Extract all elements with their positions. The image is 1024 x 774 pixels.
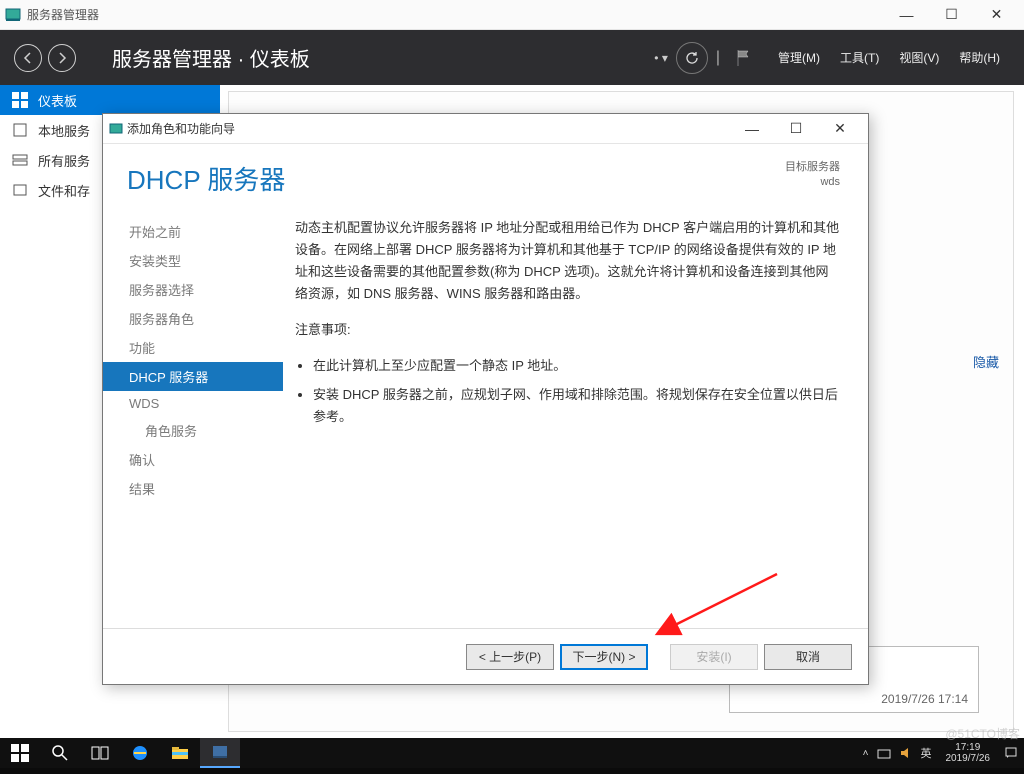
- nav-features[interactable]: 功能: [103, 333, 283, 362]
- wizard-page-heading: DHCP 服务器: [127, 160, 285, 197]
- breadcrumb-current[interactable]: 仪表板: [250, 49, 310, 71]
- wizard-icon: [109, 122, 123, 136]
- notes-label: 注意事项:: [295, 319, 840, 341]
- cancel-button[interactable]: 取消: [764, 644, 852, 670]
- search-button[interactable]: [40, 738, 80, 768]
- note-item: 在此计算机上至少应配置一个静态 IP 地址。: [313, 355, 840, 377]
- taskbar-clock[interactable]: 17:19 2019/7/26: [940, 742, 997, 764]
- destination-server-name: wds: [785, 175, 840, 190]
- wizard-nav: 开始之前 安装类型 服务器选择 服务器角色 功能 DHCP 服务器 WDS 角色…: [103, 205, 283, 628]
- minimize-button[interactable]: —: [884, 0, 929, 30]
- previous-button[interactable]: < 上一步(P): [466, 644, 554, 670]
- dialog-titlebar: 添加角色和功能向导 — ☐ ✕: [103, 114, 868, 144]
- nav-server-roles[interactable]: 服务器角色: [103, 304, 283, 333]
- nav-server-selection[interactable]: 服务器选择: [103, 275, 283, 304]
- maximize-button[interactable]: ☐: [929, 0, 974, 30]
- breadcrumb-root[interactable]: 服务器管理器: [112, 49, 232, 71]
- tray-network-icon[interactable]: [877, 746, 891, 760]
- nav-wds[interactable]: WDS: [103, 391, 283, 416]
- sidebar-item-label: 本地服务: [38, 121, 90, 140]
- wizard-content: 动态主机配置协议允许服务器将 IP 地址分配或租用给已作为 DHCP 客户端启用…: [283, 205, 868, 628]
- tray-action-center-icon[interactable]: [1004, 746, 1018, 760]
- sidebar-item-label: 仪表板: [38, 91, 77, 110]
- taskbar-server-manager-icon[interactable]: [200, 738, 240, 768]
- ime-indicator[interactable]: 英: [921, 745, 932, 761]
- sidebar-item-label: 所有服务: [38, 151, 90, 170]
- nav-back-button[interactable]: [14, 44, 42, 72]
- main-window-title: 服务器管理器: [27, 6, 99, 23]
- dialog-close-button[interactable]: ✕: [818, 115, 862, 143]
- chevron-down-icon[interactable]: • ▾: [654, 51, 668, 65]
- menu-view[interactable]: 视图(V): [899, 49, 939, 66]
- content-description: 动态主机配置协议允许服务器将 IP 地址分配或租用给已作为 DHCP 客户端启用…: [295, 217, 840, 305]
- tray-volume-icon[interactable]: [899, 746, 913, 760]
- watermark: @51CTO博客: [945, 725, 1020, 742]
- main-window-titlebar: 服务器管理器 — ☐ ✕: [0, 0, 1024, 30]
- nav-results[interactable]: 结果: [103, 474, 283, 503]
- taskbar-explorer-icon[interactable]: [160, 738, 200, 768]
- menu-tools[interactable]: 工具(T): [840, 49, 879, 66]
- nav-role-services[interactable]: 角色服务: [103, 416, 283, 445]
- refresh-button[interactable]: [676, 42, 708, 74]
- close-button[interactable]: ✕: [974, 0, 1019, 30]
- server-icon: [12, 122, 28, 138]
- sidebar-item-dashboard[interactable]: 仪表板: [0, 85, 220, 115]
- system-tray: ˄ 英 17:19 2019/7/26: [857, 742, 1024, 764]
- sidebar-item-label: 文件和存: [38, 181, 90, 200]
- nav-dhcp-server[interactable]: DHCP 服务器: [103, 362, 283, 391]
- taskbar-ie-icon[interactable]: [120, 738, 160, 768]
- task-view-button[interactable]: [80, 738, 120, 768]
- nav-confirmation[interactable]: 确认: [103, 445, 283, 474]
- dashboard-icon: [12, 92, 28, 108]
- breadcrumb: 服务器管理器 · 仪表板: [112, 43, 310, 72]
- hide-link[interactable]: 隐藏: [973, 352, 999, 371]
- menu-help[interactable]: 帮助(H): [959, 49, 1000, 66]
- dialog-minimize-button[interactable]: —: [730, 115, 774, 143]
- menu-manage[interactable]: 管理(M): [778, 49, 820, 66]
- notifications-flag-icon[interactable]: [734, 48, 754, 68]
- dialog-title: 添加角色和功能向导: [127, 120, 235, 137]
- nav-before-you-begin[interactable]: 开始之前: [103, 217, 283, 246]
- taskbar: ˄ 英 17:19 2019/7/26: [0, 738, 1024, 768]
- wizard-footer: < 上一步(P) 下一步(N) > 安装(I) 取消: [103, 628, 868, 684]
- bpa-timestamp: 2019/7/26 17:14: [740, 692, 968, 706]
- app-header: 服务器管理器 · 仪表板 • ▾ | 管理(M) 工具(T) 视图(V) 帮助(…: [0, 30, 1024, 85]
- storage-icon: [12, 182, 28, 198]
- add-roles-wizard-dialog: 添加角色和功能向导 — ☐ ✕ DHCP 服务器 目标服务器 wds 开始之前 …: [102, 113, 869, 685]
- next-button[interactable]: 下一步(N) >: [560, 644, 648, 670]
- nav-install-type[interactable]: 安装类型: [103, 246, 283, 275]
- dialog-maximize-button[interactable]: ☐: [774, 115, 818, 143]
- server-manager-icon: [5, 7, 21, 23]
- install-button: 安装(I): [670, 644, 758, 670]
- start-button[interactable]: [0, 738, 40, 768]
- tray-chevron-up-icon[interactable]: ˄: [863, 748, 869, 759]
- destination-server-label: 目标服务器 wds: [785, 160, 840, 191]
- nav-forward-button[interactable]: [48, 44, 76, 72]
- note-item: 安装 DHCP 服务器之前，应规划子网、作用域和排除范围。将规划保存在安全位置以…: [313, 384, 840, 428]
- servers-icon: [12, 152, 28, 168]
